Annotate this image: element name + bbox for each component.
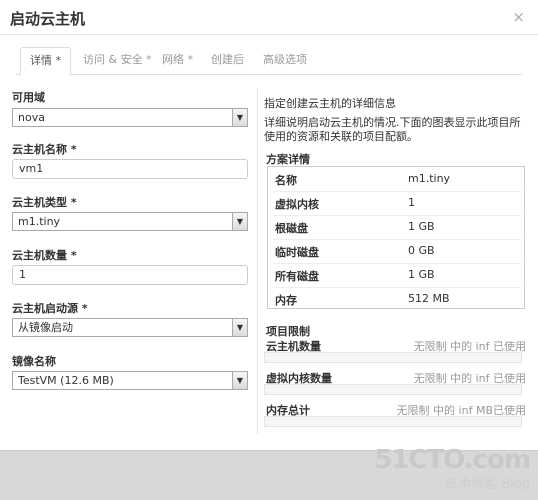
- limit-instances-bar: [264, 352, 522, 363]
- launch-instance-modal: 启动云主机 × 详情 * 访问 & 安全 * 网络 * 创建后 高级选项 可用域…: [0, 0, 538, 451]
- modal-title: 启动云主机: [10, 10, 86, 28]
- table-row: 虚拟内核 1: [273, 191, 521, 216]
- availability-zone-value: nova: [18, 111, 45, 124]
- tab-access-security[interactable]: 访问 & 安全 *: [74, 47, 161, 73]
- tab-advanced-options[interactable]: 高级选项: [254, 47, 316, 73]
- boot-source-label: 云主机启动源 *: [12, 302, 88, 315]
- close-icon[interactable]: ×: [512, 8, 525, 26]
- image-name-select[interactable]: TestVM (12.6 MB) ▼: [12, 371, 248, 390]
- flavor-detail-value: 1 GB: [408, 220, 435, 233]
- watermark: 51CTO.com 技术博客 Blog: [374, 445, 531, 492]
- boot-source-select[interactable]: 从镜像启动 ▼: [12, 318, 248, 337]
- image-name-label: 镜像名称: [12, 355, 56, 368]
- flavor-detail-value: 512 MB: [408, 292, 450, 305]
- instance-count-input[interactable]: 1: [12, 265, 248, 285]
- limit-vcpus-bar: [264, 384, 522, 395]
- required-marker: *: [70, 143, 77, 156]
- chevron-down-icon: ▼: [232, 319, 247, 336]
- availability-zone-select[interactable]: nova ▼: [12, 108, 248, 127]
- chevron-down-icon: ▼: [232, 213, 247, 230]
- flavor-detail-key: 临时磁盘: [275, 246, 319, 259]
- instance-name-label: 云主机名称 *: [12, 143, 77, 156]
- flavor-detail-key: 虚拟内核: [275, 198, 319, 211]
- modal-header: 启动云主机 ×: [0, 0, 538, 35]
- flavor-detail-key: 所有磁盘: [275, 270, 319, 283]
- flavor-detail-key: 内存: [275, 294, 297, 307]
- availability-zone-label: 可用域: [12, 91, 45, 104]
- tab-post-creation[interactable]: 创建后: [202, 47, 253, 73]
- table-row: 名称 m1.tiny: [273, 167, 521, 192]
- flavor-detail-value: m1.tiny: [408, 172, 451, 185]
- required-marker: *: [70, 196, 77, 209]
- flavor-details-title: 方案详情: [266, 153, 310, 166]
- flavor-detail-value: 1: [408, 196, 415, 209]
- watermark-subtitle: 技术博客 Blog: [445, 477, 530, 492]
- chevron-down-icon: ▼: [232, 109, 247, 126]
- table-row: 临时磁盘 0 GB: [273, 239, 521, 264]
- project-limits-title: 项目限制: [266, 325, 310, 338]
- limit-ram-bar: [264, 416, 522, 427]
- tab-networking[interactable]: 网络 *: [153, 47, 202, 73]
- tab-bar: 详情 * 访问 & 安全 * 网络 * 创建后 高级选项: [16, 47, 522, 76]
- flavor-value: m1.tiny: [18, 215, 61, 228]
- required-marker: *: [81, 302, 88, 315]
- chevron-down-icon: ▼: [232, 372, 247, 389]
- column-divider: [257, 88, 258, 434]
- instance-name-input[interactable]: vm1: [12, 159, 248, 179]
- flavor-detail-key: 名称: [275, 174, 297, 187]
- flavor-details-table: 名称 m1.tiny 虚拟内核 1 根磁盘 1 GB 临时磁盘 0 GB 所有磁…: [267, 166, 525, 309]
- flavor-label: 云主机类型 *: [12, 196, 77, 209]
- flavor-detail-key: 根磁盘: [275, 222, 308, 235]
- flavor-detail-value: 1 GB: [408, 268, 435, 281]
- table-row: 根磁盘 1 GB: [273, 215, 521, 240]
- flavor-select[interactable]: m1.tiny ▼: [12, 212, 248, 231]
- info-description-long: 详细说明启动云主机的情况.下面的图表显示此项目所使用的资源和关联的项目配额。: [264, 116, 521, 143]
- table-row: 所有磁盘 1 GB: [273, 263, 521, 288]
- flavor-detail-value: 0 GB: [408, 244, 435, 257]
- table-row: 内存 512 MB: [273, 287, 521, 311]
- required-marker: *: [70, 249, 77, 262]
- instance-count-label: 云主机数量 *: [12, 249, 77, 262]
- tab-details[interactable]: 详情 *: [20, 47, 71, 76]
- info-description-short: 指定创建云主机的详细信息: [264, 97, 396, 110]
- boot-source-value: 从镜像启动: [18, 321, 73, 334]
- image-name-value: TestVM (12.6 MB): [18, 374, 114, 387]
